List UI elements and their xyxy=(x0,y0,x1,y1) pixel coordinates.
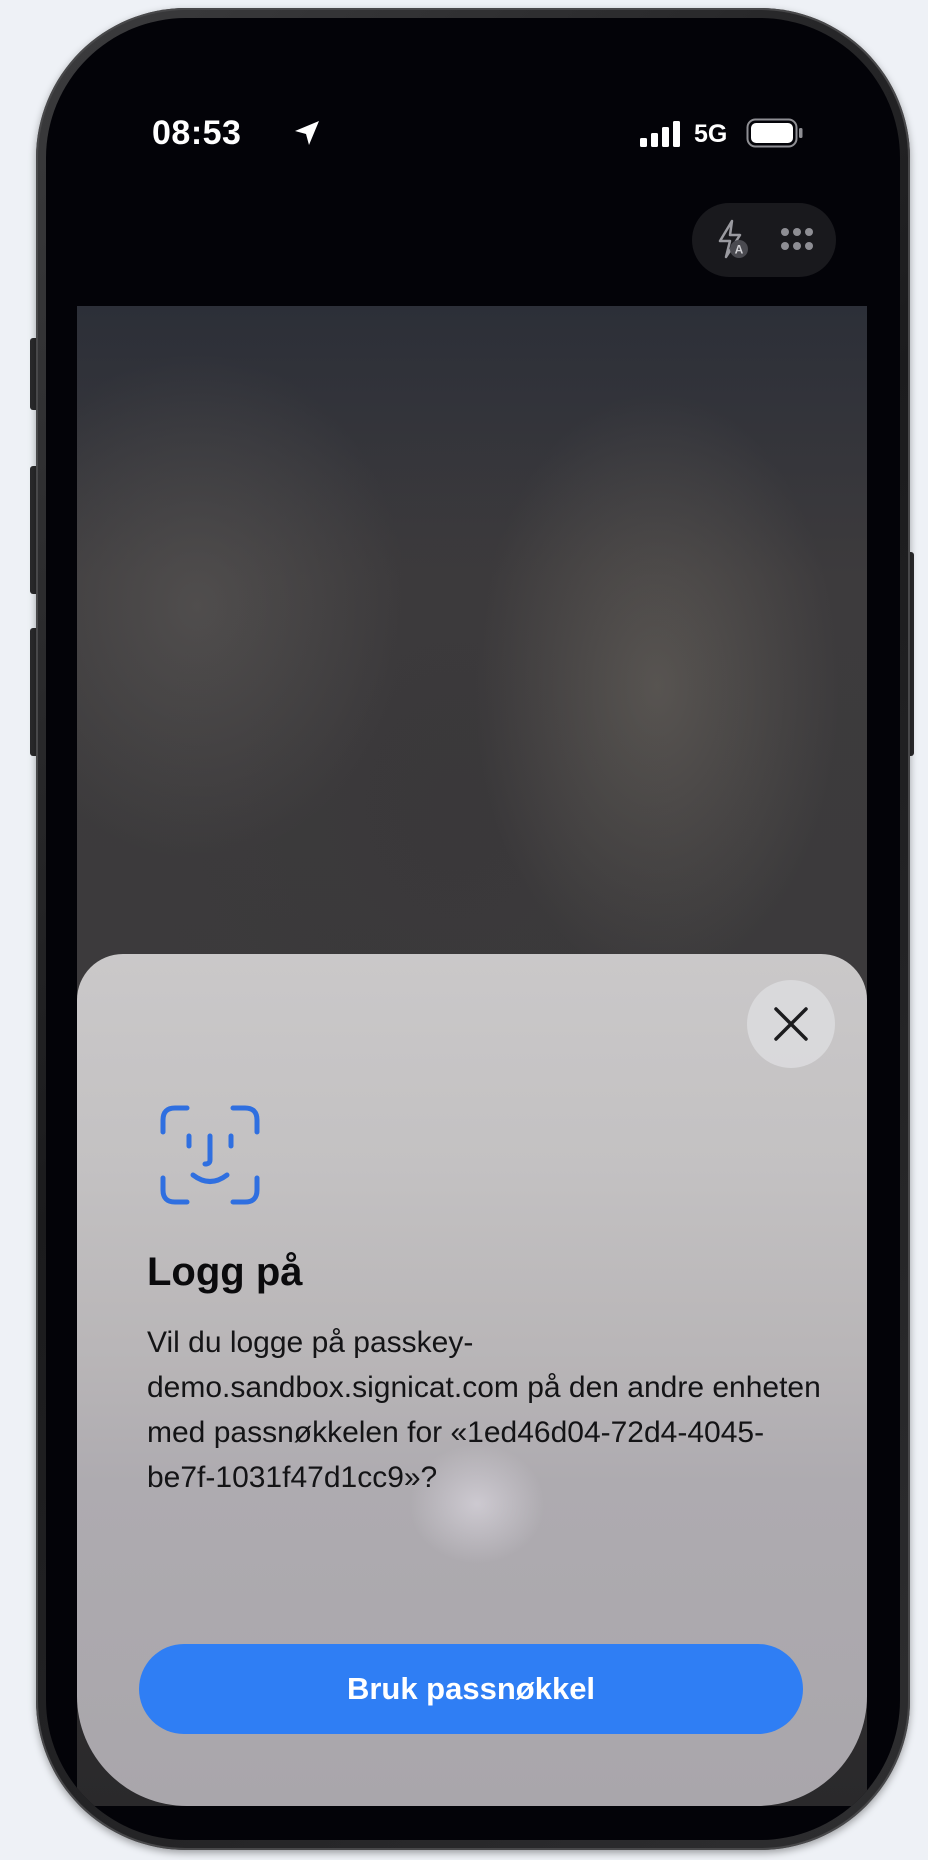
device-stage: 08:53 5G A Logg på Vil du logge på passk… xyxy=(0,0,928,1860)
flash-auto-icon[interactable]: A xyxy=(712,219,752,266)
status-bar: 08:53 5G xyxy=(46,98,900,168)
face-id-icon xyxy=(159,1104,261,1211)
sheet-title: Logg på xyxy=(147,1250,303,1294)
close-icon xyxy=(774,1007,808,1041)
camera-controls: A xyxy=(692,203,836,277)
svg-text:A: A xyxy=(735,243,744,257)
use-passkey-button[interactable]: Bruk passnøkkel xyxy=(139,1644,803,1734)
close-button[interactable] xyxy=(747,980,835,1068)
passkey-sheet: Logg på Vil du logge på passkey-demo.san… xyxy=(77,954,867,1806)
phone-frame: 08:53 5G A Logg på Vil du logge på passk… xyxy=(36,8,910,1850)
screen: 08:53 5G A Logg på Vil du logge på passk… xyxy=(46,18,900,1840)
grid-menu-icon[interactable] xyxy=(780,227,814,256)
status-time: 08:53 xyxy=(152,114,242,152)
location-arrow-icon xyxy=(292,118,322,153)
battery-icon xyxy=(746,118,804,153)
sheet-message: Vil du logge på passkey-demo.sandbox.sig… xyxy=(147,1326,821,1494)
signal-bars-icon xyxy=(640,121,682,152)
network-type: 5G xyxy=(694,120,728,148)
